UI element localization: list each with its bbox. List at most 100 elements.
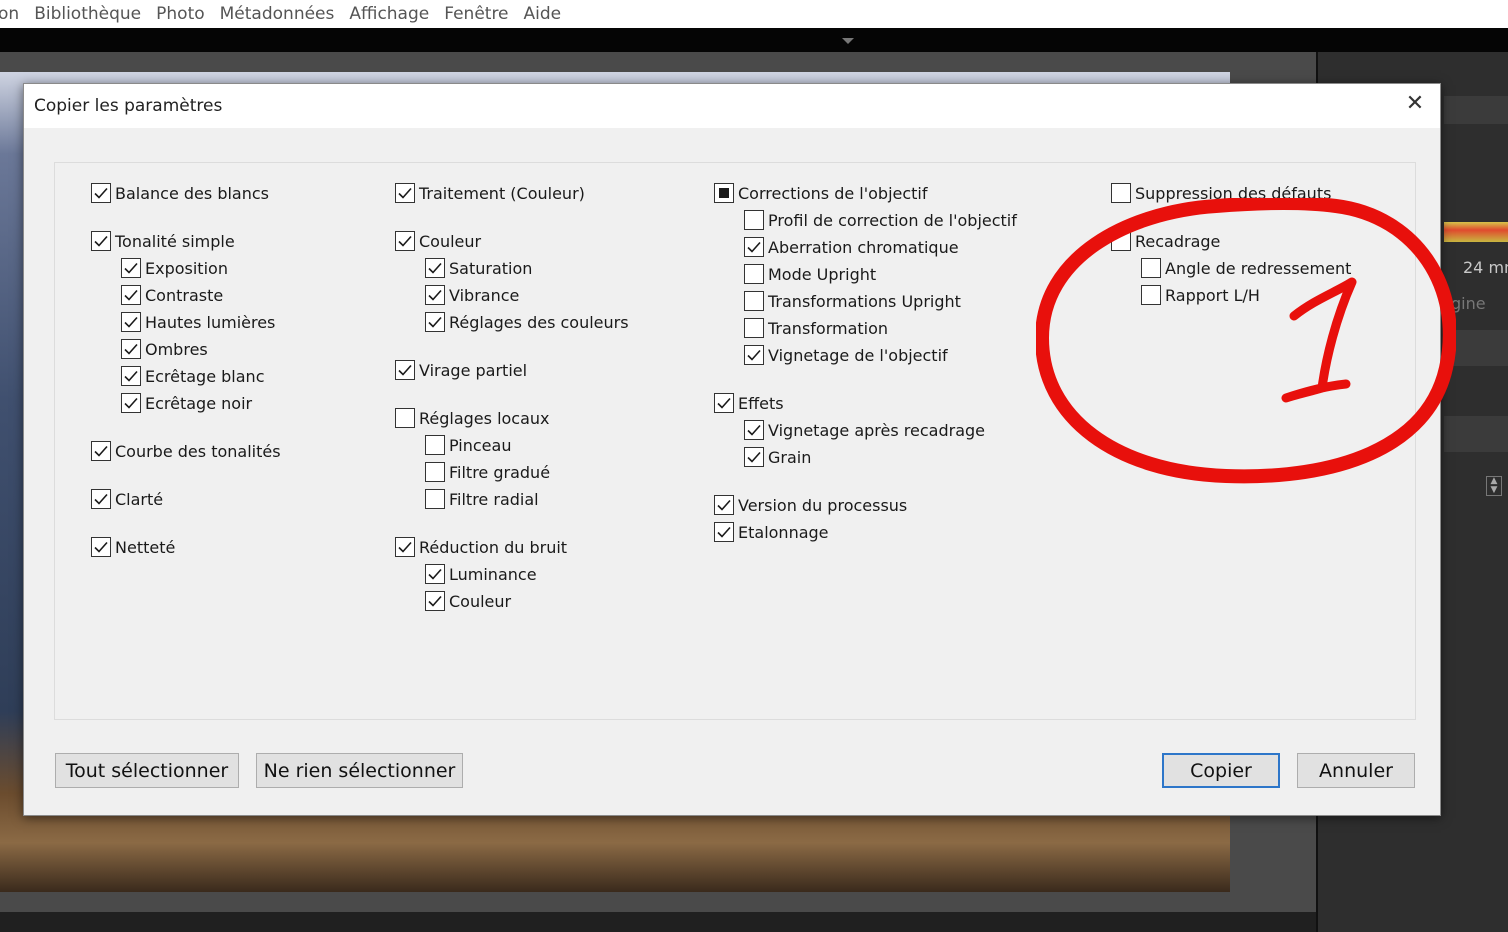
- menu-item-aide[interactable]: Aide: [524, 4, 562, 24]
- checkbox-2-7[interactable]: Effets: [714, 393, 784, 413]
- checkbox-label: Saturation: [449, 258, 533, 278]
- copy-button[interactable]: Copier: [1162, 753, 1280, 788]
- checkbox-box[interactable]: [395, 360, 415, 380]
- checkbox-box[interactable]: [395, 408, 415, 428]
- menu-item-fenetre[interactable]: Fenêtre: [444, 4, 508, 24]
- checkbox-box[interactable]: [121, 366, 141, 386]
- checkbox-0-5[interactable]: Ombres: [121, 339, 208, 359]
- select-none-button[interactable]: Ne rien sélectionner: [256, 753, 463, 788]
- checkbox-box[interactable]: [425, 312, 445, 332]
- checkbox-box[interactable]: [1111, 183, 1131, 203]
- menu-item-photo[interactable]: Photo: [156, 4, 205, 24]
- checkbox-1-7[interactable]: Pinceau: [425, 435, 511, 455]
- checkbox-box[interactable]: [744, 264, 764, 284]
- checkbox-3-3[interactable]: Rapport L/H: [1141, 285, 1260, 305]
- checkbox-1-1[interactable]: Couleur: [395, 231, 481, 251]
- checkbox-box[interactable]: [744, 345, 764, 365]
- cancel-button[interactable]: Annuler: [1297, 753, 1415, 788]
- checkbox-box[interactable]: [91, 489, 111, 509]
- checkbox-1-12[interactable]: Couleur: [425, 591, 511, 611]
- checkbox-box[interactable]: [425, 564, 445, 584]
- checkbox-box[interactable]: [121, 393, 141, 413]
- menu-item-bibliotheque[interactable]: Bibliothèque: [34, 4, 141, 24]
- select-all-button[interactable]: Tout sélectionner: [55, 753, 239, 788]
- checkbox-box[interactable]: [395, 183, 415, 203]
- focal-length-text: 24 mm: [1463, 258, 1508, 277]
- menu-item-affichage[interactable]: Affichage: [349, 4, 429, 24]
- checkbox-0-1[interactable]: Tonalité simple: [91, 231, 235, 251]
- checkbox-1-10[interactable]: Réduction du bruit: [395, 537, 567, 557]
- checkbox-box[interactable]: [744, 237, 764, 257]
- checkbox-1-0[interactable]: Traitement (Couleur): [395, 183, 585, 203]
- checkbox-box[interactable]: [121, 312, 141, 332]
- checkbox-box[interactable]: [425, 591, 445, 611]
- close-icon[interactable]: ✕: [1404, 93, 1426, 115]
- checkbox-2-2[interactable]: Aberration chromatique: [744, 237, 959, 257]
- collapse-triangle-icon[interactable]: [842, 38, 854, 44]
- checkbox-label: Réglages locaux: [419, 408, 550, 428]
- checkbox-1-6[interactable]: Réglages locaux: [395, 408, 550, 428]
- checkbox-0-10[interactable]: Netteté: [91, 537, 175, 557]
- checkbox-box[interactable]: [425, 285, 445, 305]
- checkbox-box[interactable]: [1111, 231, 1131, 251]
- checkbox-box[interactable]: [744, 318, 764, 338]
- checkbox-box[interactable]: [425, 435, 445, 455]
- checkbox-box[interactable]: [425, 462, 445, 482]
- menu-item-metadonnees[interactable]: Métadonnées: [220, 4, 335, 24]
- checkbox-0-9[interactable]: Clarté: [91, 489, 163, 509]
- checkbox-2-0[interactable]: Corrections de l'objectif: [714, 183, 928, 203]
- checkbox-box[interactable]: [395, 537, 415, 557]
- checkbox-1-5[interactable]: Virage partiel: [395, 360, 527, 380]
- checkbox-0-8[interactable]: Courbe des tonalités: [91, 441, 281, 461]
- checkbox-0-6[interactable]: Ecrêtage blanc: [121, 366, 264, 386]
- checkbox-box[interactable]: [714, 522, 734, 542]
- checkbox-0-0[interactable]: Balance des blancs: [91, 183, 269, 203]
- checkbox-3-1[interactable]: Recadrage: [1111, 231, 1220, 251]
- checkbox-box[interactable]: [744, 210, 764, 230]
- checkbox-0-7[interactable]: Ecrêtage noir: [121, 393, 252, 413]
- checkbox-2-8[interactable]: Vignetage après recadrage: [744, 420, 985, 440]
- spinner-icon[interactable]: ▲ ▼: [1486, 476, 1502, 496]
- checkbox-0-2[interactable]: Exposition: [121, 258, 228, 278]
- checkbox-box[interactable]: [1141, 258, 1161, 278]
- checkbox-box[interactable]: [425, 258, 445, 278]
- checkbox-2-5[interactable]: Transformation: [744, 318, 888, 338]
- partial-indicator: [719, 188, 729, 198]
- checkbox-box[interactable]: [91, 183, 111, 203]
- checkbox-box[interactable]: [395, 231, 415, 251]
- checkbox-2-11[interactable]: Etalonnage: [714, 522, 829, 542]
- checkbox-3-0[interactable]: Suppression des défauts: [1111, 183, 1331, 203]
- checkbox-2-4[interactable]: Transformations Upright: [744, 291, 961, 311]
- checkbox-1-2[interactable]: Saturation: [425, 258, 532, 278]
- checkbox-box[interactable]: [714, 393, 734, 413]
- checkbox-box[interactable]: [714, 183, 734, 203]
- panel-header-bar: [1444, 96, 1508, 124]
- checkbox-box[interactable]: [714, 495, 734, 515]
- menu-item-edition[interactable]: on: [0, 4, 19, 24]
- checkbox-box[interactable]: [91, 231, 111, 251]
- checkbox-2-9[interactable]: Grain: [744, 447, 811, 467]
- checkbox-2-6[interactable]: Vignetage de l'objectif: [744, 345, 948, 365]
- checkbox-1-9[interactable]: Filtre radial: [425, 489, 539, 509]
- checkbox-box[interactable]: [744, 447, 764, 467]
- checkbox-3-2[interactable]: Angle de redressement: [1141, 258, 1351, 278]
- checkbox-box[interactable]: [121, 285, 141, 305]
- checkbox-box[interactable]: [91, 537, 111, 557]
- checkbox-0-3[interactable]: Contraste: [121, 285, 223, 305]
- checkbox-2-3[interactable]: Mode Upright: [744, 264, 876, 284]
- checkbox-box[interactable]: [121, 339, 141, 359]
- checkbox-1-8[interactable]: Filtre gradué: [425, 462, 550, 482]
- checkbox-2-1[interactable]: Profil de correction de l'objectif: [744, 210, 1017, 230]
- checkbox-box[interactable]: [744, 291, 764, 311]
- checkbox-1-11[interactable]: Luminance: [425, 564, 537, 584]
- checkbox-2-10[interactable]: Version du processus: [714, 495, 907, 515]
- checkbox-1-3[interactable]: Vibrance: [425, 285, 519, 305]
- checkbox-box[interactable]: [121, 258, 141, 278]
- checkbox-box[interactable]: [91, 441, 111, 461]
- checkbox-box[interactable]: [425, 489, 445, 509]
- checkbox-box[interactable]: [1141, 285, 1161, 305]
- checkbox-1-4[interactable]: Réglages des couleurs: [425, 312, 629, 332]
- checkbox-label: Etalonnage: [738, 522, 829, 542]
- checkbox-box[interactable]: [744, 420, 764, 440]
- checkbox-0-4[interactable]: Hautes lumières: [121, 312, 275, 332]
